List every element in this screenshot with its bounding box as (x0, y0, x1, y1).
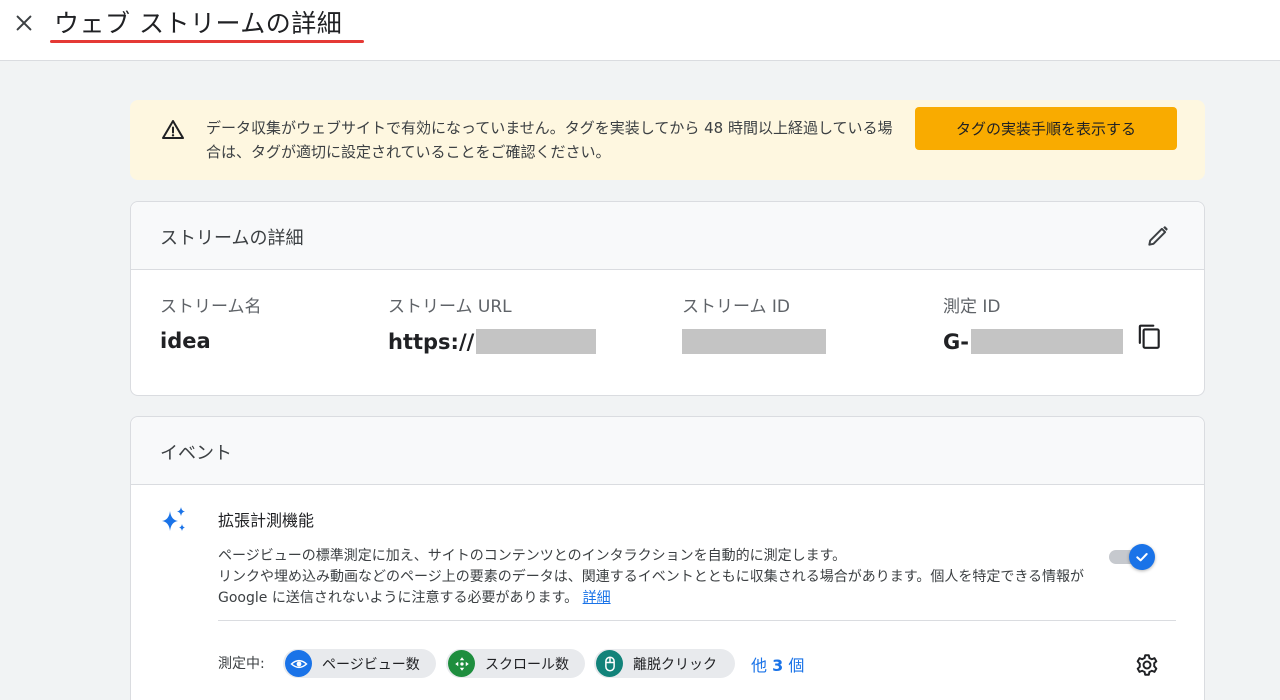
enhanced-measurement-toggle[interactable] (1109, 544, 1155, 570)
stream-name-label: ストリーム名 (160, 297, 262, 317)
move-icon (454, 656, 469, 671)
stream-id-label: ストリーム ID (682, 297, 790, 317)
enhanced-measurement-title: 拡張計測機能 (218, 511, 315, 530)
events-card: イベント 拡張計測機能 ページビューの標準測定に加え、サイトのコンテンツとのイン… (130, 416, 1205, 700)
chip-label: ページビュー数 (322, 656, 420, 673)
more-count: 3 (772, 656, 784, 675)
description-line-1: ページビューの標準測定に加え、サイトのコンテンツとのインタラクションを自動的に測… (218, 548, 847, 564)
warning-icon (162, 120, 184, 139)
measurement-id-value: G- (943, 329, 969, 354)
stream-name-value-row: idea (160, 329, 262, 353)
show-tag-instructions-button[interactable]: タグの実装手順を表示する (915, 107, 1177, 150)
redacted-block (476, 329, 597, 354)
chip-icon-badge (448, 650, 475, 677)
chip-page-views[interactable]: ページビュー数 (283, 649, 436, 678)
sparkle-icon (162, 507, 185, 531)
details-link[interactable]: 詳細 (583, 590, 611, 606)
chip-icon-badge (285, 650, 312, 677)
events-header: イベント (131, 417, 1204, 485)
stream-id-value-row (682, 329, 826, 354)
gear-icon[interactable] (1134, 652, 1160, 678)
description-line-2-text: リンクや埋め込み動画などのページ上の要素のデータは、関連するイベントとともに収集… (218, 569, 1085, 606)
more-prefix: 他 (751, 656, 768, 675)
chip-outbound-clicks[interactable]: 離脱クリック (594, 649, 735, 678)
stream-name-value: idea (160, 329, 211, 353)
warning-banner: データ収集がウェブサイトで有効になっていません。タグを実装してから 48 時間以… (130, 100, 1205, 180)
copy-icon[interactable] (1136, 323, 1162, 351)
description-line-2: リンクや埋め込み動画などのページ上の要素のデータは、関連するイベントとともに収集… (218, 567, 1113, 609)
measurement-id-field: 測定 ID G- (943, 292, 1123, 354)
stream-url-value-row: https:// (388, 329, 597, 354)
page-title: ウェブ ストリームの詳細 (54, 9, 343, 38)
redacted-block (682, 329, 826, 354)
chip-label: 離脱クリック (633, 656, 717, 673)
eye-icon (289, 659, 308, 668)
toggle-knob (1129, 544, 1155, 570)
events-title: イベント (160, 443, 232, 464)
check-icon (1136, 553, 1148, 562)
stream-url-value: https:// (388, 329, 475, 354)
stream-url-label: ストリーム URL (388, 297, 512, 317)
close-icon[interactable] (13, 12, 35, 34)
more-suffix: 個 (788, 656, 805, 675)
stream-details-card: ストリームの詳細 ストリーム名 idea ストリーム URL https:// … (130, 201, 1205, 396)
stream-details-header: ストリームの詳細 (131, 202, 1204, 270)
measuring-label: 測定中: (218, 656, 265, 672)
banner-message: データ収集がウェブサイトで有効になっていません。タグを実装してから 48 時間以… (206, 119, 893, 161)
divider (218, 620, 1176, 621)
measurement-id-label: 測定 ID (943, 297, 1001, 317)
stream-id-field: ストリーム ID (682, 292, 826, 354)
chip-scrolls[interactable]: スクロール数 (446, 649, 585, 678)
measurement-id-value-row: G- (943, 329, 1123, 354)
more-events-link[interactable]: 他 3 個 (751, 652, 804, 676)
stream-name-field: ストリーム名 idea (160, 292, 262, 353)
redacted-block (970, 329, 1123, 354)
close-button[interactable] (10, 9, 38, 37)
enhanced-measurement-description: ページビューの標準測定に加え、サイトのコンテンツとのインタラクションを自動的に測… (218, 546, 1113, 609)
chip-icon-badge (596, 650, 623, 677)
top-bar: ウェブ ストリームの詳細 (0, 0, 1280, 61)
chip-label: スクロール数 (485, 656, 569, 673)
mouse-icon (604, 656, 615, 671)
stream-url-field: ストリーム URL https:// (388, 292, 597, 354)
title-underline (50, 40, 364, 43)
stream-details-title: ストリームの詳細 (160, 228, 304, 249)
pencil-icon[interactable] (1145, 223, 1171, 249)
